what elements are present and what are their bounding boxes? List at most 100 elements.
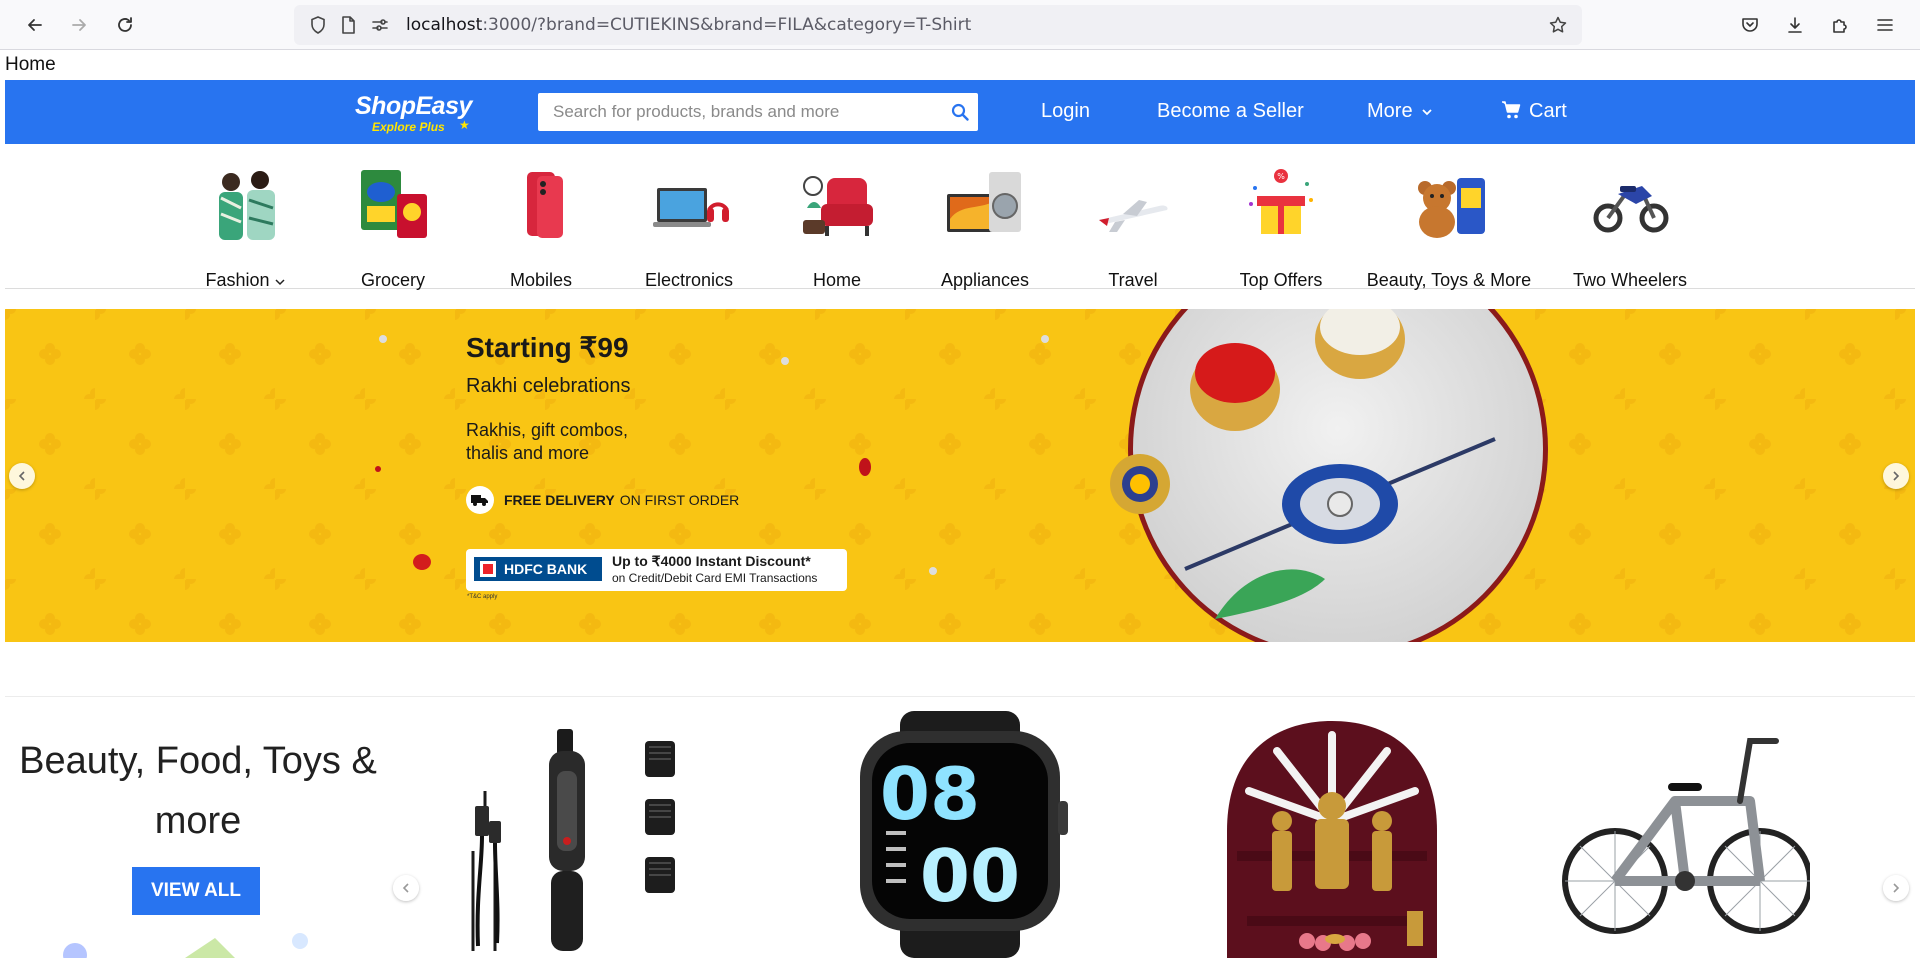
category-label: Beauty, Toys & More [1366,270,1532,290]
logo-tagline: Explore Plus [372,120,445,134]
temple-image[interactable] [1207,711,1457,958]
terms-note: *T&C apply [467,594,498,600]
category-label: Two Wheelers [1572,270,1688,290]
bookmark-star-icon[interactable] [1548,15,1568,35]
category-travel[interactable]: Travel [1058,164,1208,290]
reload-icon [118,17,132,32]
site-logo[interactable]: ShopEasy Explore Plus ★ [355,92,485,134]
extensions-button[interactable] [1825,10,1855,40]
free-delivery-note: FREE DELIVERY ON FIRST ORDER [466,485,739,515]
bicycle-image[interactable] [1560,711,1810,958]
search-box [538,93,978,131]
banner-prev-button[interactable] [9,463,35,489]
login-link[interactable]: Login [1041,100,1090,123]
home-furniture-icon [803,176,873,236]
back-button[interactable] [20,10,50,40]
logo-text: ShopEasy [355,92,472,120]
truck-icon [466,486,494,514]
search-input[interactable] [538,93,938,131]
banner-artwork [5,309,1915,642]
smartwatch-image[interactable]: 08 00 [840,711,1090,958]
mobiles-icon [527,172,563,238]
menu-button[interactable] [1870,10,1900,40]
downloads-button[interactable] [1780,10,1810,40]
hamburger-icon [1877,19,1893,31]
chevron-right-icon [1893,471,1900,481]
delivery-bold: FREE DELIVERY [504,492,615,508]
hero-banner[interactable]: Starting ₹99 Rakhi celebrations Rakhis, … [5,309,1915,642]
two-wheelers-icon [1593,186,1669,233]
category-label: Travel [1108,270,1158,290]
bank-offer-terms: on Credit/Debit Card EMI Transactions [612,571,818,585]
banner-next-button[interactable] [1883,463,1909,489]
chevron-left-icon [402,883,409,893]
address-bar[interactable]: localhost:3000/?brand=CUTIEKINS&brand=FI… [294,5,1582,45]
view-all-button[interactable]: VIEW ALL [132,867,260,915]
pocket-icon [1742,18,1758,32]
grocery-icon [361,170,427,238]
cart-link[interactable]: Cart [1501,100,1567,123]
browser-toolbar: localhost:3000/?brand=CUTIEKINS&brand=FI… [0,0,1920,50]
category-label: Fashion [170,270,320,291]
hdfc-logo: HDFC BANK [474,557,602,581]
deals-section: Beauty, Food, Toys & more VIEW ALL 08 00 [5,697,1915,958]
trimmer-image[interactable] [465,711,715,958]
logo-star-icon: ★ [459,118,470,132]
cart-label: Cart [1529,100,1567,122]
more-menu[interactable]: More [1367,100,1433,123]
shield-icon[interactable] [308,15,328,35]
banner-title: Starting ₹99 [466,332,629,363]
svg-text:%: % [1277,172,1285,181]
forward-arrow-icon [72,19,86,31]
category-label: Mobiles [509,270,573,290]
banner-subtitle: Rakhi celebrations [466,375,631,397]
permissions-icon[interactable] [370,15,390,35]
category-fashion[interactable]: Fashion [170,164,320,290]
beauty-toys-icon [1418,178,1485,238]
breadcrumb[interactable]: Home [5,54,56,76]
cart-icon [1502,101,1521,119]
category-label: Appliances [940,270,1030,290]
appliances-icon [947,172,1021,232]
deals-title: Beauty, Food, Toys & more [19,740,377,842]
top-offers-icon: % [1249,169,1313,234]
deals-next-button[interactable] [1883,875,1909,901]
more-label: More [1367,100,1413,122]
electronics-icon [653,188,729,227]
category-top-offers[interactable]: % Top Offers [1206,164,1356,290]
url-path: :3000/?brand=CUTIEKINS&brand=FILA&catego… [482,15,972,35]
download-icon [1788,17,1802,33]
bank-offer: HDFC BANK Up to ₹4000 Instant Discount* … [466,549,847,591]
watch-hours: 08 [880,752,980,836]
forward-button[interactable] [64,10,94,40]
travel-icon [1099,200,1168,232]
page-icon[interactable] [338,15,358,35]
category-beauty-toys[interactable]: Beauty, Toys & More [1354,164,1544,290]
reload-button[interactable] [110,10,140,40]
category-nav: Fashion Grocery Mobiles Electronics Home [5,144,1915,290]
category-label: Home [812,270,861,290]
url-text[interactable]: localhost:3000/?brand=CUTIEKINS&brand=FI… [406,15,971,35]
category-mobiles[interactable]: Mobiles [466,164,616,290]
category-two-wheelers[interactable]: Two Wheelers [1550,164,1710,290]
category-appliances[interactable]: Appliances [910,164,1060,290]
back-arrow-icon [28,19,42,31]
delivery-rest: ON FIRST ORDER [619,492,740,508]
url-host: localhost [406,15,483,35]
fashion-icon [219,171,275,240]
chevron-left-icon [18,471,25,481]
puzzle-icon [1833,19,1847,33]
pocket-button[interactable] [1735,10,1765,40]
chevron-right-icon [1893,883,1900,893]
category-grocery[interactable]: Grocery [318,164,468,290]
category-electronics[interactable]: Electronics [614,164,764,290]
become-seller-link[interactable]: Become a Seller [1157,100,1304,123]
deals-prev-button[interactable] [393,875,419,901]
bank-offer-headline: Up to ₹4000 Instant Discount* [612,553,811,569]
banner-description: Rakhis, gift combos, thalis and more [466,420,629,463]
category-home[interactable]: Home [762,164,912,290]
category-label: Grocery [360,270,425,290]
chevron-down-icon [275,279,285,286]
search-icon[interactable] [950,102,970,122]
watch-minutes: 00 [920,834,1020,918]
